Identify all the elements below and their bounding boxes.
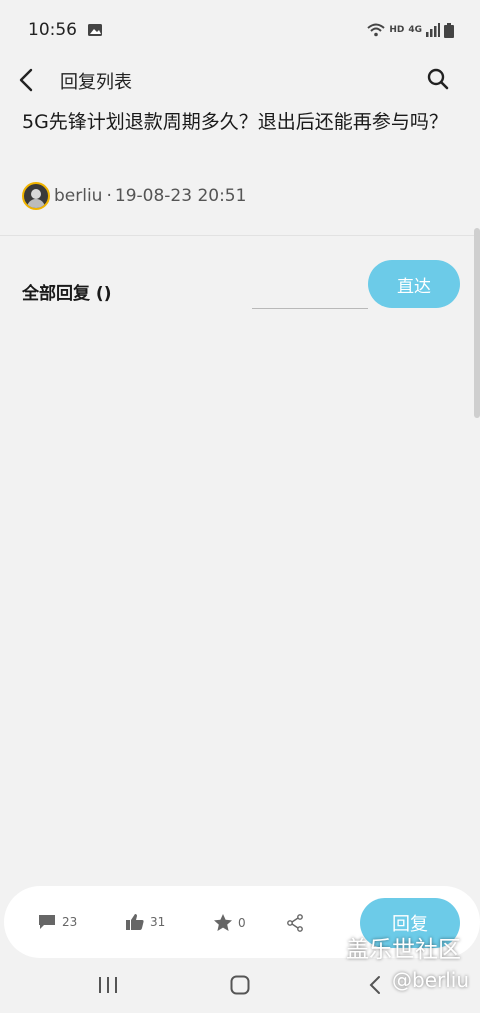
favorites-count: 0 <box>238 915 246 930</box>
gallery-icon <box>88 24 102 36</box>
thumbs-up-icon <box>126 914 144 930</box>
app-header: 回复列表 <box>0 60 480 100</box>
jump-button[interactable]: 直达 <box>368 260 460 308</box>
status-time: 10:56 <box>28 20 77 40</box>
comments-count: 23 <box>62 915 78 929</box>
likes-action[interactable]: 31 <box>126 914 165 930</box>
author-row: berliu · 19-08-23 20:51 <box>22 182 246 210</box>
divider <box>0 235 480 236</box>
share-action[interactable] <box>286 914 304 932</box>
all-replies-label: 全部回复 () <box>22 284 112 304</box>
avatar[interactable] <box>22 182 50 210</box>
author-name[interactable]: berliu <box>54 186 102 206</box>
recent-apps-icon[interactable] <box>98 976 118 994</box>
watermark-handle: @berliu <box>392 968 470 992</box>
meta-separator: · <box>106 186 112 206</box>
status-left: 10:56 <box>28 20 103 40</box>
network-label: 4G <box>408 25 422 35</box>
post-title: 5G先锋计划退款周期多久？退出后还能再参与吗？ <box>22 111 448 133</box>
status-bar: 10:56 HD 4G <box>0 0 480 60</box>
comments-action[interactable]: 23 <box>38 914 77 930</box>
avatar-body <box>27 199 45 208</box>
watermark-brand: 盖乐世社区 <box>346 937 461 963</box>
search-icon <box>427 68 449 90</box>
signal-icon <box>426 23 440 37</box>
battery-icon <box>444 22 454 38</box>
comment-icon <box>39 915 55 929</box>
back-icon <box>19 68 33 92</box>
favorites-action[interactable]: 0 <box>214 914 246 931</box>
likes-count: 31 <box>150 915 166 929</box>
wifi-icon <box>367 23 385 37</box>
home-icon[interactable] <box>230 975 250 995</box>
back-button[interactable] <box>18 66 42 94</box>
star-icon <box>214 914 232 931</box>
back-nav-icon[interactable] <box>368 975 382 995</box>
search-button[interactable] <box>426 67 452 93</box>
page-title: 回复列表 <box>60 72 132 93</box>
post-date: 19-08-23 20:51 <box>114 186 247 206</box>
status-right: HD 4G <box>367 22 454 38</box>
share-icon <box>287 914 303 932</box>
hd-label: HD <box>389 25 405 35</box>
avatar-face <box>31 189 41 199</box>
page-jump-input[interactable] <box>252 284 368 309</box>
scrollbar[interactable] <box>474 228 480 418</box>
